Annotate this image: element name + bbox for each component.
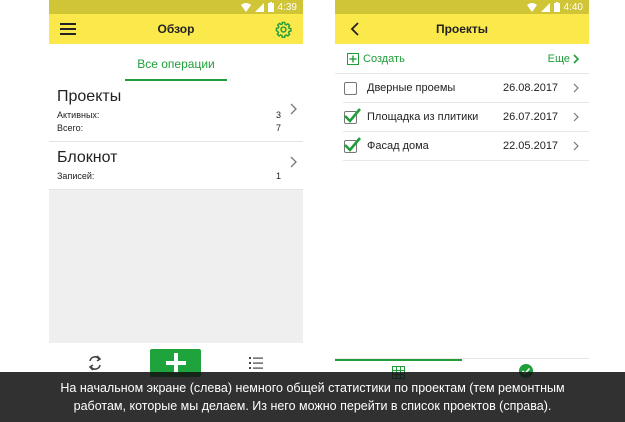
project-checkbox[interactable] bbox=[343, 137, 361, 154]
more-button[interactable]: Еще bbox=[548, 53, 579, 65]
menu-icon[interactable] bbox=[59, 20, 77, 38]
add-box-icon bbox=[347, 52, 359, 65]
list-item[interactable]: Фасад дома 22.05.2017 bbox=[343, 132, 589, 161]
project-date: 26.08.2017 bbox=[503, 82, 559, 94]
total-projects-row: Всего: 7 bbox=[57, 122, 293, 135]
total-count: 7 bbox=[275, 123, 281, 133]
project-name: Фасад дома bbox=[367, 140, 429, 152]
page-title: Обзор bbox=[157, 22, 195, 36]
active-count: 3 bbox=[275, 110, 281, 120]
active-label: Активных: bbox=[57, 110, 100, 120]
project-date: 22.05.2017 bbox=[503, 140, 559, 152]
project-date: 26.07.2017 bbox=[503, 111, 559, 123]
list-item[interactable]: Дверные проемы 26.08.2017 bbox=[343, 74, 589, 103]
projects-toolbar: Создать Еще bbox=[335, 44, 589, 74]
project-checkbox[interactable] bbox=[343, 80, 359, 96]
active-projects-row: Активных: 3 bbox=[57, 109, 293, 122]
more-label: Еще bbox=[547, 52, 570, 65]
total-label: Всего: bbox=[57, 123, 84, 133]
create-label: Создать bbox=[363, 52, 405, 65]
back-arrow-icon[interactable] bbox=[345, 20, 363, 38]
overview-screen: 4:39 Обзор Все операции Проекты Активных… bbox=[49, 0, 303, 422]
project-name: Дверные проемы bbox=[367, 82, 456, 94]
page-title: Проекты bbox=[435, 22, 489, 36]
chevron-right-icon bbox=[290, 156, 297, 168]
notebook-card-title: Блокнот bbox=[57, 149, 118, 166]
status-bar: 4:40 bbox=[335, 0, 589, 14]
battery-icon bbox=[553, 2, 560, 12]
chevron-right-icon bbox=[573, 112, 581, 122]
chevron-right-icon bbox=[290, 103, 297, 115]
caption-line-1: На начальном экране (слева) немного обще… bbox=[60, 381, 565, 395]
status-time: 4:40 bbox=[563, 1, 583, 13]
battery-icon bbox=[267, 2, 274, 12]
signal-icon bbox=[540, 2, 550, 12]
plus-icon bbox=[165, 353, 186, 373]
tab-bar: Все операции bbox=[49, 44, 303, 81]
overview-content: Проекты Активных: 3 Всего: 7 Блокнот Зап… bbox=[49, 81, 303, 343]
projects-card-title: Проекты bbox=[57, 88, 122, 105]
chevron-right-icon bbox=[573, 83, 581, 93]
caption-line-2: работам, которые мы делаем. Из него можн… bbox=[73, 399, 552, 413]
records-label: Записей: bbox=[57, 171, 95, 181]
chevron-right-icon bbox=[573, 53, 579, 64]
signal-icon bbox=[254, 2, 264, 12]
status-bar: 4:39 bbox=[49, 0, 303, 14]
settings-gear-icon[interactable] bbox=[275, 20, 293, 38]
project-name: Площадка из плитики bbox=[367, 111, 479, 123]
list-item[interactable]: Площадка из плитики 26.07.2017 bbox=[343, 103, 589, 132]
project-checkbox[interactable] bbox=[343, 108, 361, 125]
status-time: 4:39 bbox=[277, 1, 297, 13]
projects-card[interactable]: Проекты Активных: 3 Всего: 7 bbox=[49, 81, 303, 142]
projects-list: Дверные проемы 26.08.2017 Площадка из пл… bbox=[335, 74, 589, 161]
checkmark-icon bbox=[344, 108, 361, 123]
notebook-card[interactable]: Блокнот Записей: 1 bbox=[49, 142, 303, 190]
records-row: Записей: 1 bbox=[57, 170, 293, 183]
create-button[interactable]: Создать bbox=[347, 52, 405, 65]
tab-all-operations[interactable]: Все операции bbox=[125, 57, 227, 81]
image-caption: На начальном экране (слева) немного обще… bbox=[0, 372, 625, 422]
records-count: 1 bbox=[275, 171, 281, 181]
wifi-icon bbox=[240, 2, 251, 12]
app-bar: Обзор bbox=[49, 14, 303, 44]
wifi-icon bbox=[526, 2, 537, 12]
checkmark-icon bbox=[344, 137, 361, 152]
appbar-spacer bbox=[561, 20, 579, 38]
app-bar: Проекты bbox=[335, 14, 589, 44]
projects-screen: 4:40 Проекты Создать Еще Дверные проемы … bbox=[335, 0, 589, 422]
list-icon[interactable] bbox=[246, 353, 266, 373]
chevron-right-icon bbox=[573, 141, 581, 151]
sync-icon[interactable] bbox=[85, 353, 105, 373]
